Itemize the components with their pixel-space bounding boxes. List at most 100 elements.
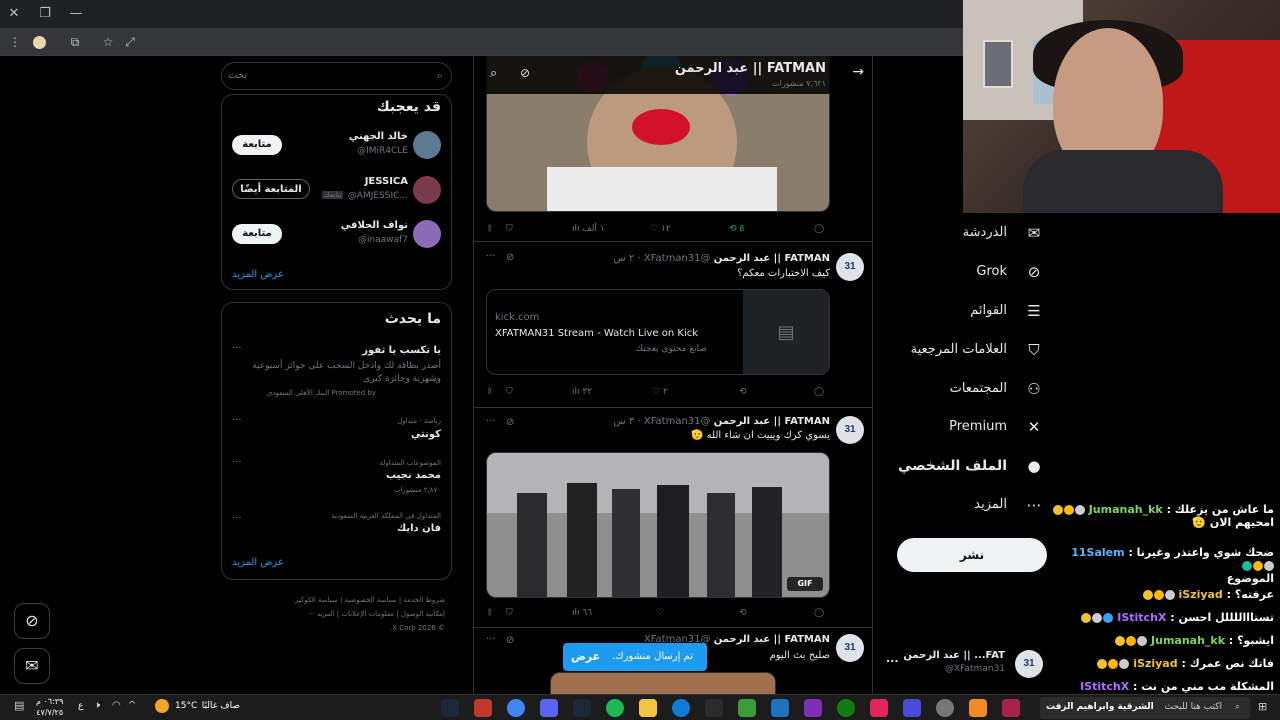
volume-icon[interactable]: 🕨 [94,700,100,711]
more-options-icon[interactable]: ··· [486,416,496,427]
reply-icon[interactable]: ◯ [814,606,824,620]
taskbar-search-input[interactable]: اكتب هنا للبحث [1165,702,1222,712]
bookmark-icon[interactable]: ⛉ [506,606,513,620]
grok-icon[interactable]: ⊘ [506,635,514,646]
tweet[interactable]: 31 FATMAN || عبد الرحمن @XFatman31 · ٢ س… [474,243,872,408]
weather-text[interactable]: صاف غالبًا [200,701,240,711]
like-count[interactable]: ♡ ١٢ [650,222,671,236]
footer-link[interactable]: شروط الخدمة [403,596,445,604]
bookmark-star-icon[interactable]: ☆ [100,34,116,50]
more-options-icon[interactable]: ··· [232,343,242,354]
trend-name[interactable]: كونتي [411,429,441,440]
app-icon[interactable] [474,699,492,717]
weather-temp[interactable]: 15°C [175,701,197,711]
profile-icon[interactable] [31,34,47,50]
show-more-link[interactable]: عرض المزيد [232,557,284,568]
retweet-icon[interactable]: ⟲ [739,385,747,399]
grok-floating-button[interactable]: ⊘ [14,603,50,639]
tweet-time[interactable]: · ٢ س [614,253,641,264]
account-switcher[interactable]: 31 FAT... || عبد الرحمن @XFatman31 ... [880,646,1043,682]
reply-icon[interactable]: ◯ [814,222,824,236]
footer-link[interactable]: إمكانية الوصول [401,610,445,618]
share-icon[interactable]: ⇪ [486,222,494,236]
more-options-icon[interactable]: ... [886,652,899,665]
windows-start-icon[interactable]: ⊞ [1258,700,1272,714]
nav-grok[interactable]: Grok ⊘ [880,261,1043,283]
close-window-icon[interactable]: ✕ [6,6,22,22]
app-icon[interactable] [969,699,987,717]
tweet[interactable]: 31 FATMAN || عبد الرحمن @XFatman31 · ٣ س… [474,408,872,628]
reply-icon[interactable]: ◯ [814,385,824,399]
user-name[interactable]: نواف الحلافي [341,220,408,231]
back-arrow-icon[interactable]: → [852,64,864,80]
footer-link[interactable]: سياسة الخصوصية [345,596,397,604]
like-icon[interactable]: ♡ [656,606,664,620]
grok-icon[interactable]: ⊘ [506,417,514,428]
promo-title[interactable]: يا تكسب يا تفوز [362,345,441,356]
nav-more[interactable]: المزيد ⋯ [880,494,1043,516]
tray-expand-icon[interactable]: ^ [128,700,136,711]
settings-icon[interactable] [936,699,954,717]
follow-button[interactable]: متابعة [232,224,282,244]
nav-profile[interactable]: الملف الشخصي ● [880,455,1043,477]
network-icon[interactable]: ◠ [112,700,121,711]
avatar[interactable] [413,131,441,159]
app-icon[interactable] [705,699,723,717]
share-icon[interactable]: ⇪ [486,606,494,620]
grok-icon[interactable]: ⊘ [520,66,530,80]
app-icon[interactable] [1002,699,1020,717]
extensions-icon[interactable]: ⧉ [67,34,83,50]
more-options-icon[interactable]: ··· [232,513,242,524]
clock[interactable]: ٠٦:٣٩ م ٤٧/٧/٢٥ [36,696,63,718]
app-icon[interactable] [870,699,888,717]
views-count[interactable]: ılı ١ ألف [572,222,605,236]
post-button[interactable]: نشر [897,538,1047,572]
avatar[interactable] [413,220,441,248]
follow-button[interactable]: متابعة [232,135,282,155]
more-options-icon[interactable]: ··· [232,457,242,468]
avatar[interactable]: 31 [836,634,864,662]
steam-icon[interactable] [441,699,459,717]
nav-lists[interactable]: القوائم ☰ [880,300,1043,322]
tab-search-icon[interactable]: ⤢ [122,34,138,50]
retweet-count[interactable]: ⟲ ٥ [729,222,744,236]
author-name[interactable]: FATMAN || عبد الرحمن [714,253,830,264]
bookmark-icon[interactable]: ⛉ [506,222,513,236]
trend-name[interactable]: فان دايك [397,523,441,534]
search-input[interactable]: بحث [228,70,247,81]
following-button[interactable]: المتابعة أيضًا [232,179,310,199]
views-count[interactable]: ılı ٦٦ [572,606,592,620]
trend-name[interactable]: محمد نجيب [386,470,441,481]
retweet-icon[interactable]: ⟲ [739,606,747,620]
avatar[interactable]: 31 [836,416,864,444]
show-more-link[interactable]: عرض المزيد [232,269,284,280]
edge-icon[interactable] [672,699,690,717]
grok-icon[interactable]: ⊘ [506,252,514,263]
avatar[interactable] [413,176,441,204]
weather-icon[interactable] [155,699,169,713]
more-options-icon[interactable]: ··· [486,634,496,645]
bookmark-icon[interactable]: ⛉ [506,385,513,399]
more-options-icon[interactable]: ··· [232,415,242,426]
footer-link[interactable]: المزيد ··· [308,610,335,618]
avatar[interactable]: 31 [836,253,864,281]
menu-icon[interactable]: ⋮ [7,34,23,50]
more-options-icon[interactable]: ··· [486,251,496,262]
toast-view-button[interactable]: عرض [571,650,600,663]
input-language[interactable]: ع [78,701,83,711]
app-icon[interactable] [771,699,789,717]
file-explorer-icon[interactable] [639,699,657,717]
taskbar-search[interactable]: ⌕ اكتب هنا للبحث الشرقية وابراهيم الزفت [1040,697,1250,719]
minecraft-icon[interactable] [738,699,756,717]
app-icon[interactable] [804,699,822,717]
search-icon[interactable]: ⌕ [490,66,497,81]
discord-icon[interactable] [540,699,558,717]
steam-icon[interactable] [573,699,591,717]
share-icon[interactable]: ⇪ [486,385,494,399]
nav-premium[interactable]: Premium ✕ [880,416,1043,438]
nav-chat[interactable]: الدردشة ✉ [880,222,1043,244]
spotify-icon[interactable] [606,699,624,717]
messages-floating-button[interactable]: ✉ [14,648,50,684]
views-count[interactable]: ılı ٣٢ [572,385,592,399]
author-name[interactable]: FATMAN || عبد الرحمن [714,634,830,645]
